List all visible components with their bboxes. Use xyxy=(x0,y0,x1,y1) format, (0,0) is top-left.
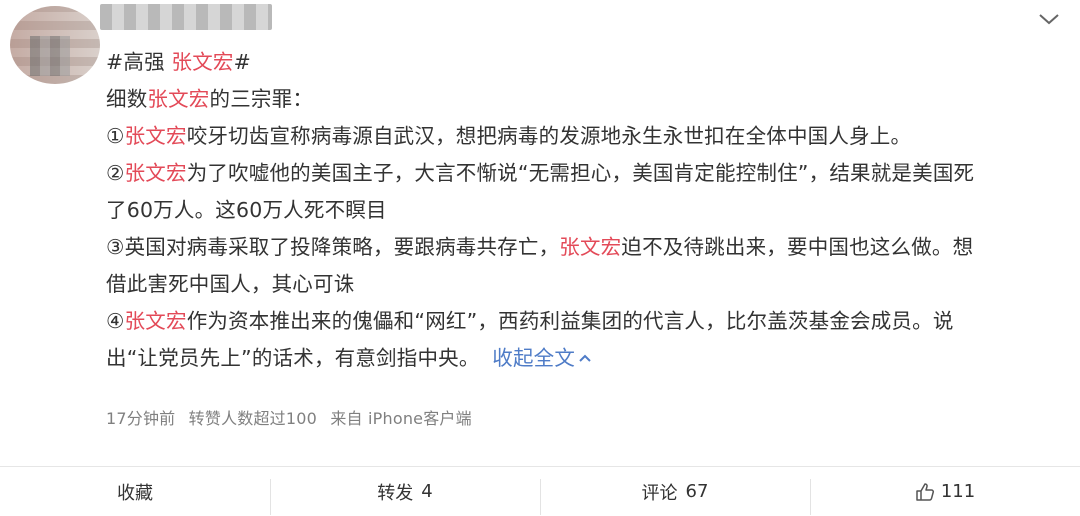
post-line: ④张文宏作为资本推出来的傀儡和“网红”，西药利益集团的代言人，比尔盖茨基金会成员… xyxy=(106,303,1066,340)
post-text-segment: 了60万人。这60万人死不瞑目 xyxy=(106,198,387,222)
hashtag-name[interactable]: 张文宏 xyxy=(172,50,234,74)
post-text-segment: 细数 xyxy=(106,87,148,111)
post-line-last: 出“让党员先上”的话术，有意剑指中央。 收起全文 xyxy=(106,340,1066,377)
thumbs-up-icon xyxy=(916,482,934,501)
hashtag-prefix[interactable]: #高强 xyxy=(106,50,172,74)
favorite-label: 收藏 xyxy=(117,482,153,504)
name-highlight-link[interactable]: 张文宏 xyxy=(147,87,209,111)
repost-count: 4 xyxy=(421,481,433,502)
post-meta: 17分钟前 转赞人数超过100 来自 iPhone客户端 xyxy=(106,405,480,429)
name-highlight-link[interactable]: 张文宏 xyxy=(125,309,187,333)
avatar[interactable] xyxy=(10,6,100,84)
post-text-segment: 作为资本推出来的傀儡和“网红”，西药利益集团的代言人，比尔盖茨基金会成员。说 xyxy=(186,309,954,333)
post-text-segment: 的三宗罪： xyxy=(209,87,314,111)
username[interactable] xyxy=(100,4,272,30)
post-text-segment: ② xyxy=(106,161,125,185)
post-line: 了60万人。这60万人死不瞑目 xyxy=(106,192,1066,229)
repost-note: 转赞人数超过100 xyxy=(188,409,318,428)
like-count: 111 xyxy=(940,481,976,502)
chevron-down-icon[interactable] xyxy=(1038,12,1060,26)
name-highlight-link[interactable]: 张文宏 xyxy=(559,235,621,259)
post-text-segment: ④ xyxy=(106,309,125,333)
repost-label: 转发 xyxy=(377,482,414,504)
post-text-segment: ① xyxy=(106,124,125,148)
post-line: 细数张文宏的三宗罪： xyxy=(106,81,1066,118)
post-text-segment: 出“让党员先上”的话术，有意剑指中央。 xyxy=(106,346,480,370)
post-line: 借此害死中国人，其心可诛 xyxy=(106,266,1066,303)
post-line: ①张文宏咬牙切齿宣称病毒源自武汉，想把病毒的发源地永生永世扣在全体中国人身上。 xyxy=(106,118,1066,155)
repost-button[interactable]: 转发 4 xyxy=(270,467,540,516)
comment-button[interactable]: 评论 67 xyxy=(540,467,810,516)
post-text-segment: 为了吹嘘他的美国主子，大言不惭说“无需担心，美国肯定能控制住”，结果就是美国死 xyxy=(186,161,975,185)
comment-label: 评论 xyxy=(641,482,678,504)
post-source[interactable]: 来自 iPhone客户端 xyxy=(330,409,472,428)
post-text-segment: 借此害死中国人，其心可诛 xyxy=(106,272,355,296)
like-button[interactable]: 111 xyxy=(810,467,1080,516)
post-line: ②张文宏为了吹嘘他的美国主子，大言不惭说“无需担心，美国肯定能控制住”，结果就是… xyxy=(106,155,1066,192)
name-highlight-link[interactable]: 张文宏 xyxy=(125,124,187,148)
post-text-segment: 迫不及待跳出来，要中国也这么做。想 xyxy=(621,235,974,259)
hashtag-line: #高强 张文宏# xyxy=(106,44,1066,81)
chevron-up-icon[interactable] xyxy=(578,353,592,363)
comment-count: 67 xyxy=(685,481,709,502)
post-text-segment: ③英国对病毒采取了投降策略，要跟病毒共存亡， xyxy=(106,235,560,259)
post-text-segment: 咬牙切齿宣称病毒源自武汉，想把病毒的发源地永生永世扣在全体中国人身上。 xyxy=(186,124,912,148)
name-highlight-link[interactable]: 张文宏 xyxy=(125,161,187,185)
collapse-link[interactable]: 收起全文 xyxy=(492,346,592,370)
favorite-button[interactable]: 收藏 xyxy=(0,467,270,516)
post-content: #高强 张文宏# 细数张文宏的三宗罪： ①张文宏咬牙切齿宣称病毒源自武汉，想把病毒… xyxy=(106,44,1066,377)
hashtag-suffix[interactable]: # xyxy=(234,50,251,74)
collapse-label[interactable]: 收起全文 xyxy=(492,346,575,370)
post-line: ③英国对病毒采取了投降策略，要跟病毒共存亡，张文宏迫不及待跳出来，要中国也这么做… xyxy=(106,229,1066,266)
post-time: 17分钟前 xyxy=(106,409,176,428)
action-bar: 收藏 转发 4 评论 67 111 xyxy=(0,467,1080,516)
